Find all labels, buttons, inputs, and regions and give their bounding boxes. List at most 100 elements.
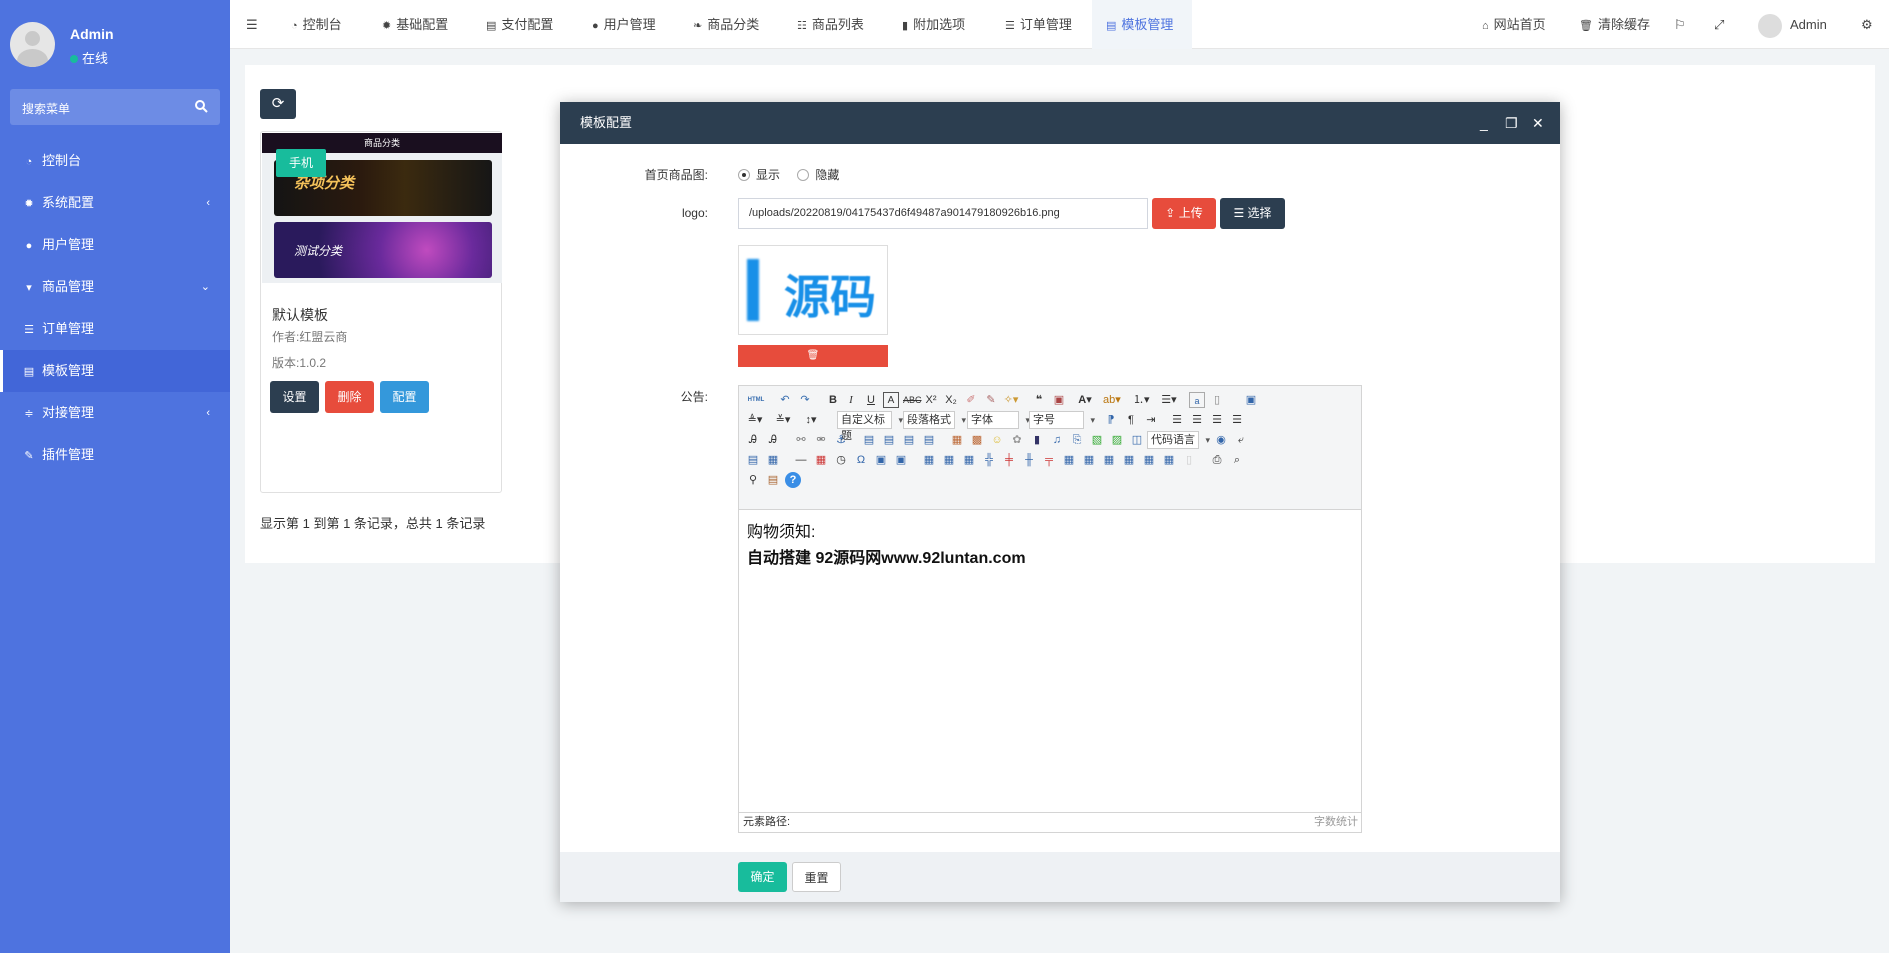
tab-addon-options[interactable]: ▮ 附加选项 bbox=[902, 0, 965, 49]
auto-format-icon[interactable]: ✧▾ bbox=[1003, 392, 1019, 408]
delete-col-icon[interactable]: ╤ bbox=[1041, 452, 1057, 468]
rtl-icon[interactable]: ¶ bbox=[1123, 412, 1139, 428]
background-color-icon[interactable]: ab▾ bbox=[1103, 392, 1121, 408]
sidebar-item-plugins[interactable]: ✎ 插件管理 bbox=[0, 434, 230, 476]
align-center-icon[interactable]: ☰ bbox=[1189, 412, 1205, 428]
template-icon[interactable]: ▤ bbox=[745, 452, 761, 468]
tab-template-management[interactable]: ▤ 模板管理 bbox=[1092, 0, 1192, 49]
user-menu[interactable]: Admin bbox=[1758, 0, 1827, 49]
print-icon[interactable]: ⎙ bbox=[1209, 452, 1225, 468]
insert-video-icon[interactable]: ▮ bbox=[1029, 432, 1045, 448]
link-icon[interactable]: ⚯ bbox=[793, 432, 809, 448]
tab-payment-config[interactable]: ▤ 支付配置 bbox=[486, 0, 553, 49]
sidebar-item-templates[interactable]: ▤ 模板管理 bbox=[0, 350, 230, 392]
close-icon[interactable]: ✕ bbox=[1532, 102, 1544, 144]
minimize-icon[interactable]: _ bbox=[1480, 102, 1488, 144]
music-icon[interactable]: ♫ bbox=[1049, 432, 1065, 448]
sidebar-item-system-config[interactable]: ✹ 系统配置 ‹ bbox=[0, 182, 230, 224]
radio-show[interactable]: 显示 bbox=[738, 168, 780, 182]
html-source-button[interactable]: HTML bbox=[745, 392, 767, 408]
fullscreen-icon[interactable]: ⤢ bbox=[1714, 0, 1724, 49]
tab-product-category[interactable]: ❧ 商品分类 bbox=[693, 0, 759, 49]
row-spacing-bottom-icon[interactable]: ≚▾ bbox=[775, 412, 791, 428]
fullscreen-icon[interactable]: ▣ bbox=[1243, 392, 1259, 408]
search-icon[interactable] bbox=[194, 99, 208, 113]
insert-paragraph-before-table-icon[interactable]: ▦ bbox=[961, 452, 977, 468]
upload-button[interactable]: ⇪ 上传 bbox=[1152, 198, 1216, 229]
lowercase-icon[interactable]: Ꭿ bbox=[765, 432, 781, 448]
attachment-icon[interactable]: ⎘ bbox=[1069, 432, 1085, 448]
paragraph-format-select[interactable]: 段落格式 bbox=[903, 411, 966, 429]
tab-user-management[interactable]: ● 用户管理 bbox=[592, 0, 656, 49]
superscript-icon[interactable]: X² bbox=[923, 392, 939, 408]
web-app-icon[interactable]: ◉ bbox=[1213, 432, 1229, 448]
font-border-icon[interactable]: A bbox=[883, 392, 899, 408]
scrawl-icon[interactable]: ✿ bbox=[1009, 432, 1025, 448]
merge-right-icon[interactable]: ▦ bbox=[1081, 452, 1097, 468]
font-family-select[interactable]: 字体 bbox=[967, 411, 1030, 429]
merge-cells-icon[interactable]: ▦ bbox=[1061, 452, 1077, 468]
underline-icon[interactable]: U bbox=[863, 392, 879, 408]
row-spacing-top-icon[interactable]: ≜▾ bbox=[747, 412, 763, 428]
sidebar-item-users[interactable]: ● 用户管理 bbox=[0, 224, 230, 266]
sidebar-item-dashboard[interactable]: ◔ 控制台 bbox=[0, 140, 230, 182]
image-center-icon[interactable]: ▤ bbox=[921, 432, 937, 448]
wordimage-icon[interactable]: ▣ bbox=[873, 452, 889, 468]
image-right-icon[interactable]: ▤ bbox=[901, 432, 917, 448]
indent-icon[interactable]: ⇥ bbox=[1143, 412, 1159, 428]
reset-button[interactable]: 重置 bbox=[792, 862, 841, 892]
date-icon[interactable]: ▦ bbox=[813, 452, 829, 468]
drafts-icon[interactable]: ▤ bbox=[765, 472, 781, 488]
time-icon[interactable]: ◷ bbox=[833, 452, 849, 468]
split-rows-icon[interactable]: ▦ bbox=[1141, 452, 1157, 468]
eraser-icon[interactable]: ✐ bbox=[963, 392, 979, 408]
delete-logo-button[interactable]: 🗑 bbox=[738, 345, 888, 367]
hamburger-icon[interactable]: ☰ bbox=[246, 0, 258, 49]
search-replace-icon[interactable]: ⚲ bbox=[745, 472, 761, 488]
horizontal-rule-icon[interactable]: — bbox=[793, 452, 809, 468]
align-left-icon[interactable]: ☰ bbox=[1169, 412, 1185, 428]
clear-doc-icon[interactable]: ▯ bbox=[1209, 392, 1225, 408]
bold-icon[interactable]: B bbox=[825, 392, 841, 408]
italic-icon[interactable]: I bbox=[843, 392, 859, 408]
map-icon[interactable]: ▧ bbox=[1089, 432, 1105, 448]
font-color-icon[interactable]: A▾ bbox=[1077, 392, 1093, 408]
delete-table-icon[interactable]: ▦ bbox=[941, 452, 957, 468]
merge-down-icon[interactable]: ▦ bbox=[1101, 452, 1117, 468]
refresh-button[interactable]: ⟳ bbox=[260, 89, 296, 119]
blockquote-icon[interactable]: ❝ bbox=[1031, 392, 1047, 408]
select-all-icon[interactable]: a bbox=[1189, 392, 1205, 408]
font-size-select[interactable]: 字号 bbox=[1029, 411, 1095, 429]
image-left-icon[interactable]: ▤ bbox=[881, 432, 897, 448]
insert-frame-icon[interactable]: ◫ bbox=[1129, 432, 1145, 448]
help-icon[interactable]: ? bbox=[785, 472, 801, 488]
image-none-icon[interactable]: ▤ bbox=[861, 432, 877, 448]
paste-plain-icon[interactable]: ▣ bbox=[1051, 392, 1067, 408]
format-brush-icon[interactable]: ✎ bbox=[983, 392, 999, 408]
preview-icon[interactable]: ⌕ bbox=[1229, 452, 1245, 468]
subscript-icon[interactable]: X₂ bbox=[943, 392, 959, 408]
logo-path-input[interactable]: /uploads/20220819/04175437d6f49487a90147… bbox=[738, 198, 1148, 229]
background-icon[interactable]: ▦ bbox=[765, 452, 781, 468]
ordered-list-icon[interactable]: ⒈▾ bbox=[1133, 392, 1150, 408]
tab-product-list[interactable]: ☷ 商品列表 bbox=[797, 0, 864, 49]
line-height-icon[interactable]: ↕▾ bbox=[803, 412, 819, 428]
chart-icon[interactable]: ▯ bbox=[1181, 452, 1197, 468]
unordered-list-icon[interactable]: ☰▾ bbox=[1161, 392, 1177, 408]
simple-upload-icon[interactable]: ▦ bbox=[949, 432, 965, 448]
align-right-icon[interactable]: ☰ bbox=[1209, 412, 1225, 428]
align-justify-icon[interactable]: ☰ bbox=[1229, 412, 1245, 428]
menu-search-input[interactable]: 搜索菜单 bbox=[10, 89, 220, 125]
settings-button[interactable]: 设置 bbox=[270, 381, 319, 413]
ltr-icon[interactable]: ⁋ bbox=[1103, 412, 1119, 428]
sidebar-item-orders[interactable]: ☰ 订单管理 bbox=[0, 308, 230, 350]
emotion-icon[interactable]: ☺ bbox=[989, 432, 1005, 448]
strikethrough-icon[interactable]: ABC bbox=[903, 392, 922, 408]
insert-table-icon[interactable]: ▦ bbox=[921, 452, 937, 468]
language-icon[interactable]: ⚐ bbox=[1674, 0, 1686, 49]
split-cells-icon[interactable]: ▦ bbox=[1121, 452, 1137, 468]
radio-hide[interactable]: 隐藏 bbox=[797, 168, 839, 182]
uppercase-icon[interactable]: Ꭿ bbox=[745, 432, 761, 448]
choose-button[interactable]: ☰ 选择 bbox=[1220, 198, 1285, 229]
tab-dashboard[interactable]: ◔ 控制台 bbox=[291, 0, 342, 49]
